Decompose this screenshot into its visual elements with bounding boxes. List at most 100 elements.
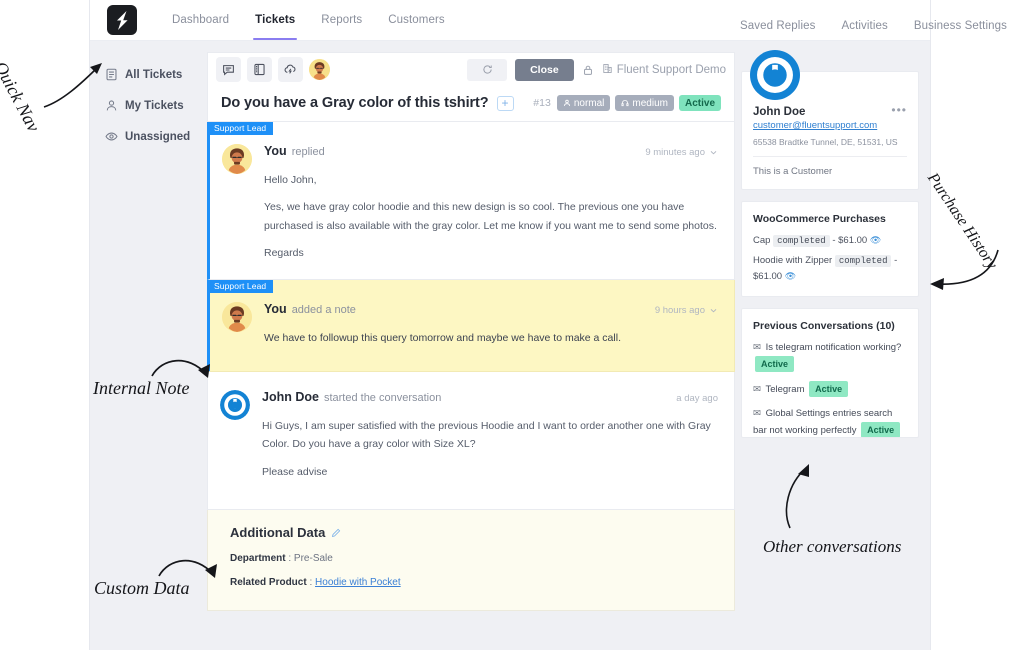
ticket-meta: #13 normal medium Active [533,95,721,111]
message-action: replied [291,146,325,158]
related-product-link[interactable]: Hoodie with Pocket [315,577,401,588]
conversation-status: Active [809,380,849,398]
message-timestamp: a day ago [676,392,718,404]
close-button[interactable]: Close [515,58,574,81]
nav-item-dashboard[interactable]: Dashboard [159,0,242,40]
message-role-flag: Support Lead [207,279,274,293]
priority-badge[interactable]: normal [556,95,611,111]
sidebar-item-unassigned[interactable]: Unassigned [90,121,207,152]
customer-email-link[interactable]: customer@fluentsupport.com [753,120,907,131]
agent-avatar[interactable] [309,59,330,80]
status-badge[interactable]: Active [678,95,721,111]
top-navigation-bar: Dashboard Tickets Reports Customers Save… [90,0,1007,41]
nav-item-reports[interactable]: Reports [308,0,375,40]
avatar [222,301,252,332]
nav-item-activities[interactable]: Activities [828,12,900,40]
conversation-item[interactable]: ✉ Telegram Active [753,380,907,398]
ticket-detail-column: Close Fluent Support Demo Do you have a … [207,41,735,650]
lock-icon[interactable] [582,64,594,76]
message-action: added a note [291,303,356,316]
additional-data-heading: Additional Data [230,525,326,540]
message-timestamp: 9 minutes ago [645,147,705,158]
conversation-item[interactable]: ✉ Is telegram notification working? Acti… [753,340,907,372]
add-tag-button[interactable]: + [496,95,514,111]
purchase-product: Cap [753,235,771,246]
note-icon[interactable] [247,57,272,82]
envelope-icon: ✉ [753,408,761,420]
message-paragraph: Yes, we have gray color hoodie and this … [264,201,717,232]
app-body: All Tickets My Tickets Unassigned Close … [90,41,930,650]
additional-data-label: Related Product [230,577,307,588]
message-customer: John Doe started the conversation a day … [207,371,735,510]
chevron-down-icon[interactable] [709,306,718,315]
customer-note: This is a Customer [753,166,833,177]
user-icon [563,99,570,107]
avatar [222,144,252,174]
purchase-status: completed [773,235,830,247]
nav-item-saved-replies[interactable]: Saved Replies [727,12,828,40]
divider [753,156,907,157]
customer-avatar [750,50,800,100]
message-text: We have to followup this query tomorrow … [264,329,718,347]
nav-item-tickets[interactable]: Tickets [242,0,308,40]
message-time: 9 minutes ago [645,147,718,158]
sidebar-label-my-tickets: My Tickets [125,99,184,112]
eye-icon[interactable]: 👁 [870,235,881,245]
conversation-subject: Is telegram notification working? [765,342,902,354]
headphone-icon [621,100,629,107]
primary-nav-group: Dashboard Tickets Reports Customers [159,0,458,40]
message-author: You [264,301,287,316]
additional-data-label: Department [230,553,286,564]
sidebar-item-my-tickets[interactable]: My Tickets [90,90,207,121]
screenshot-root: Dashboard Tickets Reports Customers Save… [0,0,1024,650]
workspace-selector[interactable]: Fluent Support Demo [602,63,726,77]
message-role-flag: Support Lead [207,122,274,135]
message-paragraph: Please advise [262,465,328,478]
reply-icon[interactable] [216,57,241,82]
message-paragraph: Hi Guys, I am super satisfied with the p… [262,419,711,451]
message-internal-note: Support Lead You added a note 9 hours ag… [207,279,735,372]
message-author: You [264,144,287,158]
ticket-id: #13 [533,97,551,109]
customer-menu-icon[interactable]: ••• [891,104,907,116]
nav-item-workflows[interactable]: Workflows [1020,12,1024,40]
purchase-item[interactable]: Hoodie with Zipper completed - $61.00 👁 [753,253,907,285]
priority-label: normal [573,97,605,109]
user-icon [105,99,118,112]
annotation-internal-note: Internal Note [93,378,190,398]
message-reply: Support Lead You replied 9 minutes ago H… [207,122,735,280]
toolbar-actions: Close Fluent Support Demo [467,58,726,81]
secondary-nav-group: Saved Replies Activities Business Settin… [721,0,1007,40]
envelope-icon: ✉ [753,383,761,395]
avatar [220,389,250,420]
message-action: started the conversation [323,391,442,404]
additional-data-section: Additional Data Department : Pre-Sale Re… [207,510,735,611]
conversation-status: Active [861,421,901,438]
message-paragraph: Regards [264,247,304,260]
severity-label: medium [632,97,668,109]
message-paragraph: We have to followup this query tomorrow … [264,331,621,344]
conversation-status: Active [755,355,795,372]
severity-badge[interactable]: medium [615,95,674,111]
additional-data-value: Pre-Sale [293,553,333,564]
chevron-down-icon[interactable] [709,148,718,157]
purchase-item[interactable]: Cap completed - $61.00 👁 [753,233,907,249]
cloud-upload-icon[interactable] [278,57,303,82]
eye-icon[interactable]: 👁 [785,271,796,281]
conversation-item[interactable]: ✉ Global Settings entries search bar not… [753,406,907,438]
purchases-title: WooCommerce Purchases [753,213,886,225]
purchase-price: $61.00 [838,235,868,246]
sidebar-item-all-tickets[interactable]: All Tickets [90,59,207,90]
pencil-icon[interactable] [331,528,341,538]
message-time: a day ago [676,393,718,404]
customer-address: 65538 Bradtke Tunnel, DE, 51531, US [753,137,898,147]
fluent-support-logo[interactable] [107,5,137,35]
nav-item-business-settings[interactable]: Business Settings [901,12,1020,40]
message-author: John Doe [262,389,319,404]
message-timestamp: 9 hours ago [654,304,705,316]
nav-item-customers[interactable]: Customers [375,0,458,40]
sidebar-label-all-tickets: All Tickets [125,68,183,81]
refresh-icon[interactable] [467,58,508,81]
additional-data-row: Related Product : Hoodie with Pocket [230,577,401,588]
envelope-icon: ✉ [753,342,761,354]
